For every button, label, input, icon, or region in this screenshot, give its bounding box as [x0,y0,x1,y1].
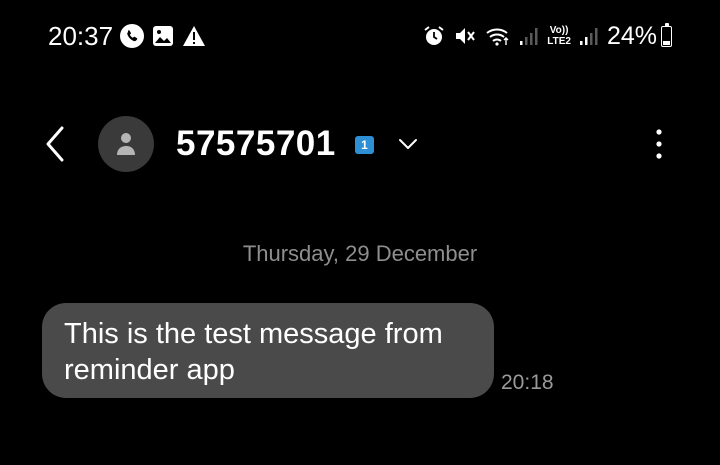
status-time: 20:37 [48,21,114,51]
more-options-button[interactable] [648,126,670,162]
avatar[interactable] [98,116,154,172]
person-icon [117,133,135,155]
conversation-header: 57575701 1 [0,110,720,180]
back-button[interactable] [38,124,74,164]
volte-indicator: Vo)) LTE2 [547,25,571,47]
image-icon [153,26,173,46]
message-time: 20:18 [501,371,554,394]
status-left-icons [120,24,214,48]
battery-percent: 24% [606,22,657,50]
status-right-icons: Vo)) LTE2 24% [415,20,672,52]
signal-icon [579,28,598,45]
warning-icon [183,26,205,46]
more-vertical-icon [656,129,662,159]
battery-level-fill [663,40,670,45]
chevron-down-icon [399,139,417,149]
sim-badge: 1 [355,136,374,154]
chevron-left-icon [46,126,64,162]
expand-button[interactable] [396,134,420,154]
phone-call-icon [120,24,144,48]
contact-name[interactable]: 57575701 [176,124,336,164]
signal-icon [520,28,538,45]
alarm-icon [424,26,444,45]
status-bar: 20:37 Vo)) LTE2 24% [0,0,720,72]
mute-icon [456,28,476,44]
date-separator: Thursday, 29 December [242,241,478,266]
battery-icon [661,22,672,47]
wifi-icon [486,28,509,46]
message-bubble[interactable]: This is the test message from reminder a… [42,303,494,398]
